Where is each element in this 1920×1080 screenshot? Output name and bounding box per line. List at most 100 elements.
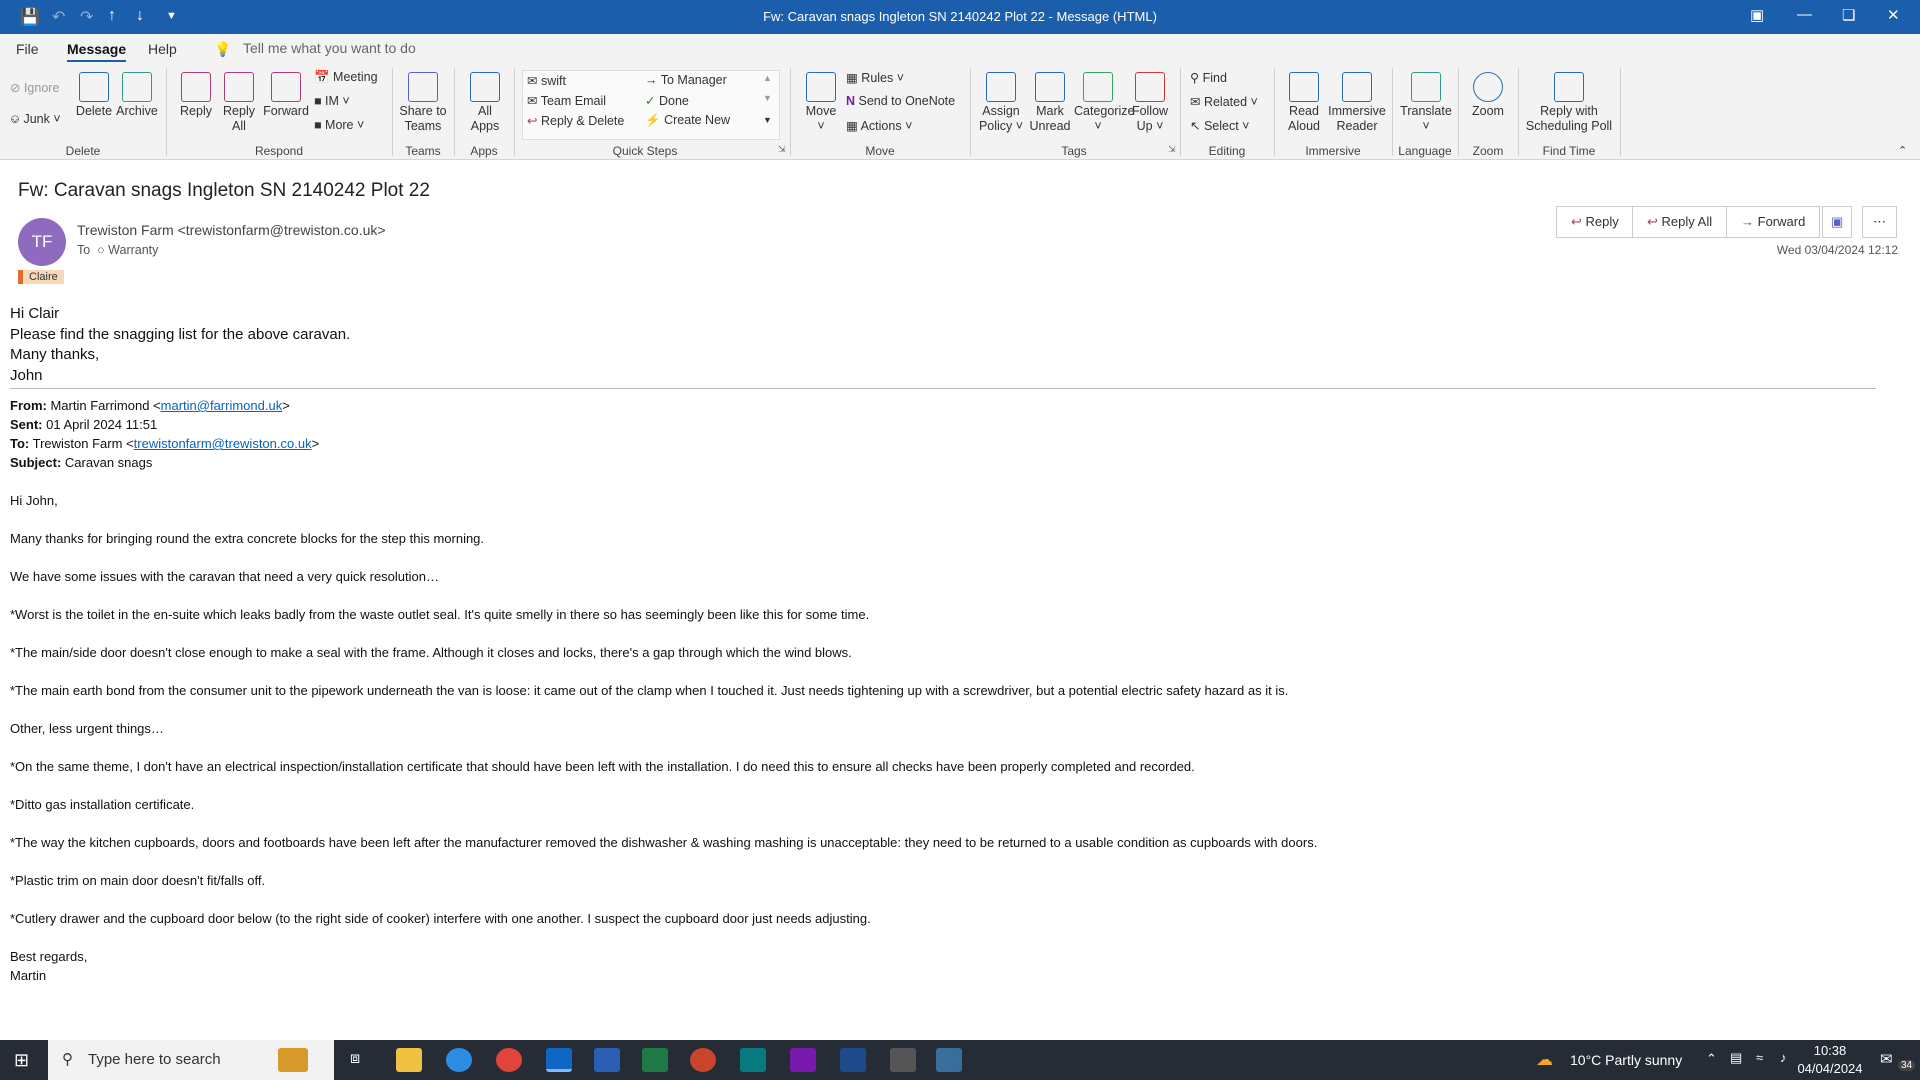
share-label-2: Teams <box>404 119 442 133</box>
taskbar-search[interactable]: ⚲ Type here to search <box>48 1040 334 1080</box>
delete-button[interactable]: Delete <box>74 72 114 119</box>
gallery-down-icon[interactable]: ▼ <box>763 93 772 103</box>
search-placeholder: Type here to search <box>88 1051 221 1068</box>
categorize-button[interactable]: Categorize ˅ <box>1074 72 1134 134</box>
fwd-to-email-link[interactable]: trewistonfarm@trewiston.co.uk <box>134 436 312 451</box>
group-find-time: Find Time <box>1542 144 1596 158</box>
immersive-reader-button[interactable]: Immersive Reader <box>1326 72 1388 134</box>
translate-button[interactable]: Translate ˅ <box>1400 72 1452 134</box>
gallery-up-icon[interactable]: ▲ <box>763 73 772 83</box>
minimize-icon[interactable]: — <box>1797 6 1812 23</box>
teams-share-icon[interactable]: ▣ <box>1822 206 1853 238</box>
group-zoom: Zoom <box>1472 144 1504 158</box>
network-icon[interactable]: ▤ <box>1730 1050 1742 1066</box>
from-email-link[interactable]: martin@farrimond.uk <box>161 398 283 413</box>
mark-label-1: Mark <box>1036 104 1064 118</box>
select-button[interactable]: ↖ Select ˅ <box>1190 118 1249 133</box>
im-button[interactable]: ■ IM ˅ <box>314 94 350 108</box>
restore-icon[interactable]: ❏ <box>1842 6 1855 24</box>
gallery-more-icon[interactable]: ▼ <box>763 115 772 125</box>
collapse-ribbon-icon[interactable]: ⌃ <box>1898 144 1907 157</box>
all-apps-button[interactable]: All Apps <box>462 72 508 134</box>
find-button[interactable]: ⚲ Find <box>1190 70 1227 85</box>
zoom-button[interactable]: Zoom <box>1464 72 1512 119</box>
related-button[interactable]: ✉ Related ˅ <box>1190 94 1258 109</box>
reply-button[interactable]: Reply <box>176 72 216 119</box>
group-divider <box>1458 68 1459 156</box>
clock-date[interactable]: 04/04/2024 <box>1796 1061 1864 1076</box>
scheduling-poll-button[interactable]: Reply with Scheduling Poll <box>1524 72 1614 134</box>
header-forward-button[interactable]: → Forward <box>1726 206 1821 238</box>
body-paragraph: *The main/side door doesn't close enough… <box>10 645 852 660</box>
body-paragraph: *Plastic trim on main door doesn't fit/f… <box>10 873 266 888</box>
publisher-icon[interactable] <box>740 1048 766 1072</box>
file-explorer-icon[interactable] <box>396 1048 422 1072</box>
archive-button[interactable]: Archive <box>114 72 160 119</box>
notification-icon[interactable]: ✉ <box>1880 1050 1893 1068</box>
more-actions-icon[interactable]: ⋯ <box>1862 206 1897 238</box>
to-recipient[interactable]: Warranty <box>108 243 158 257</box>
fwd-to-label: To: <box>10 436 30 451</box>
mark-unread-button[interactable]: Mark Unread <box>1028 72 1072 134</box>
header-reply-all-button[interactable]: ↩ Reply All <box>1632 206 1728 238</box>
forwarded-message: From: Martin Farrimond <martin@farrimond… <box>10 396 1890 985</box>
follow-up-button[interactable]: Follow Up ˅ <box>1126 72 1174 134</box>
quick-step-team-email[interactable]: ✉ Team Email <box>527 93 606 108</box>
menu-help[interactable]: Help <box>148 41 177 57</box>
reply-all-button[interactable]: Reply All <box>220 72 258 134</box>
share-to-teams-button[interactable]: Share to Teams <box>398 72 448 134</box>
quick-step-reply-delete[interactable]: ↩ Reply & Delete <box>527 113 624 128</box>
volume-icon[interactable]: ♪ <box>1780 1050 1787 1065</box>
forward-button[interactable]: Forward <box>262 72 310 119</box>
junk-button[interactable]: ⎉ Junk ˅ <box>10 112 61 127</box>
app-icon[interactable] <box>840 1048 866 1072</box>
clock-time[interactable]: 10:38 <box>1800 1043 1860 1058</box>
quick-step-done[interactable]: ✓ Done <box>645 93 689 108</box>
ribbon-display-options-icon[interactable]: ▣ <box>1750 6 1764 24</box>
rules-button[interactable]: ▦ Rules ˅ <box>846 70 904 85</box>
subject-label: Subject: <box>10 455 62 470</box>
move-button[interactable]: Move ˅ <box>798 72 844 134</box>
wifi-icon[interactable]: ≈ <box>1756 1050 1763 1065</box>
more-respond-button[interactable]: ■ More ˅ <box>314 118 364 132</box>
menu-message[interactable]: Message <box>67 41 127 62</box>
actions-button[interactable]: ▦ Actions ˅ <box>846 118 912 133</box>
tell-me-search[interactable]: Tell me what you want to do <box>243 40 416 56</box>
header-reply-button[interactable]: ↩ Reply <box>1556 206 1634 238</box>
close-icon[interactable]: ✕ <box>1887 6 1900 24</box>
immersive-label-1: Immersive <box>1328 104 1386 118</box>
weather-text[interactable]: 10°C Partly sunny <box>1570 1052 1682 1068</box>
read-aloud-button[interactable]: Read Aloud <box>1280 72 1328 134</box>
avatar[interactable]: TF <box>18 218 66 266</box>
excel-icon[interactable] <box>642 1048 668 1072</box>
quick-step-swift[interactable]: ✉ swift <box>527 73 566 88</box>
virtualbox-icon[interactable] <box>936 1048 962 1072</box>
meeting-button[interactable]: 📅 Meeting <box>314 70 378 85</box>
sender[interactable]: Trewiston Farm <trewistonfarm@trewiston.… <box>77 222 386 238</box>
show-hidden-icons-icon[interactable]: ⌃ <box>1706 1051 1717 1067</box>
send-to-onenote-button[interactable]: N Send to OneNote <box>846 94 955 108</box>
onenote-icon[interactable] <box>790 1048 816 1072</box>
task-view-icon[interactable]: ⧈ <box>350 1050 360 1068</box>
edge-icon[interactable] <box>446 1048 472 1072</box>
outlook-icon[interactable] <box>546 1048 572 1072</box>
forward-separator <box>10 388 1876 389</box>
reply-icon <box>181 72 211 102</box>
dialog-launcher-icon[interactable]: ⇲ <box>778 144 786 155</box>
group-divider <box>1392 68 1393 156</box>
ignore-button[interactable]: ⊘ Ignore <box>10 80 59 95</box>
weather-icon: ☁ <box>1536 1050 1553 1069</box>
assign-policy-button[interactable]: Assign Policy ˅ <box>976 72 1026 134</box>
group-divider <box>166 68 167 156</box>
menu-file[interactable]: File <box>16 41 39 57</box>
dialog-launcher-icon[interactable]: ⇲ <box>1168 144 1176 155</box>
terminal-icon[interactable] <box>890 1048 916 1072</box>
quick-step-create-new[interactable]: ⚡ Create New <box>645 113 730 128</box>
forwarded-to: To: Trewiston Farm <trewistonfarm@trewis… <box>10 436 320 451</box>
forward-label: Forward <box>263 104 309 118</box>
chrome-icon[interactable] <box>496 1048 522 1072</box>
word-icon[interactable] <box>594 1048 620 1072</box>
quick-step-to-manager[interactable]: → To Manager <box>645 73 727 87</box>
windows-start-icon[interactable]: ⊞ <box>14 1050 29 1071</box>
powerpoint-icon[interactable] <box>690 1048 716 1072</box>
